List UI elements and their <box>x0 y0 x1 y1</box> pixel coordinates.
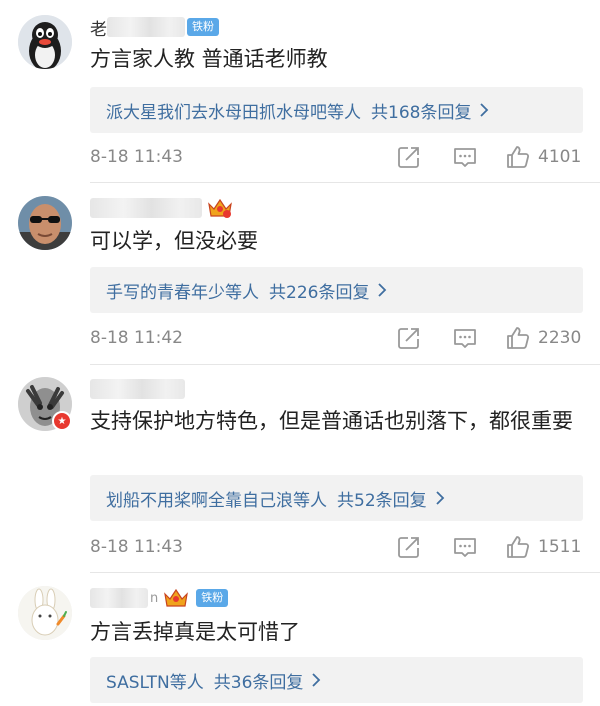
comment-icon <box>454 148 476 167</box>
replies-preview[interactable]: 派大星我们去水母田抓水母吧等人 共168条回复 <box>90 87 583 133</box>
comment-text: 方言家人教 普通话老师教 <box>90 47 328 71</box>
comment-meta: 8-18 11:43 4101 <box>90 143 583 173</box>
divider <box>90 572 600 573</box>
avatar[interactable] <box>18 15 72 69</box>
comment-icon <box>454 538 476 557</box>
username-blurred <box>90 198 202 218</box>
comment-text: 支持保护地方特色，但是普通话也别落下，都很重要 <box>90 409 573 433</box>
fan-badge: 铁粉 <box>196 589 229 607</box>
reply-users: SASLTN等人 <box>106 672 204 693</box>
replies-preview[interactable]: 手写的青春年少等人 共226条回复 <box>90 267 583 313</box>
reply-count: 共226条回复 <box>269 282 370 303</box>
username[interactable]: 老 <box>90 15 107 40</box>
reply-users: 手写的青春年少等人 <box>106 282 259 303</box>
comment-meta: 8-18 11:42 2230 <box>90 324 583 354</box>
like-button[interactable] <box>505 144 531 170</box>
username-blurred <box>90 588 148 608</box>
thumbs-up-icon <box>507 327 530 349</box>
comment-text: 方言丢掉真是太可惜了 <box>90 620 300 644</box>
comment-icon <box>454 329 476 348</box>
username-row[interactable] <box>90 196 234 220</box>
timestamp: 8-18 11:43 <box>90 537 183 557</box>
username-blurred <box>90 379 185 399</box>
comment-button[interactable] <box>452 534 478 560</box>
comment-button[interactable] <box>452 144 478 170</box>
replies-preview[interactable]: 划船不用桨啊全靠自己浪等人 共52条回复 <box>90 475 583 521</box>
username-row[interactable] <box>90 377 185 401</box>
reply-count: 共52条回复 <box>337 490 427 511</box>
like-button[interactable] <box>505 534 531 560</box>
share-button[interactable] <box>396 325 422 351</box>
share-button[interactable] <box>396 144 422 170</box>
like-count: 4101 <box>538 147 582 167</box>
username-blurred <box>107 17 185 37</box>
share-icon <box>398 537 419 558</box>
comment-text: 可以学，但没必要 <box>90 229 258 253</box>
share-button[interactable] <box>396 534 422 560</box>
username-row[interactable]: n 铁粉 <box>90 586 229 610</box>
share-icon <box>398 147 419 168</box>
replies-preview[interactable]: SASLTN等人 共36条回复 <box>90 657 583 703</box>
avatar[interactable] <box>18 586 72 640</box>
chevron-right-icon <box>378 283 387 297</box>
like-button[interactable] <box>505 325 531 351</box>
chevron-right-icon <box>480 103 489 117</box>
reply-users: 派大星我们去水母田抓水母吧等人 <box>106 102 361 123</box>
chevron-right-icon <box>436 491 444 505</box>
reply-count: 共36条回复 <box>213 672 304 693</box>
share-icon <box>398 328 419 349</box>
username-row[interactable]: 老 铁粉 <box>90 15 219 40</box>
thumbs-up-icon <box>507 536 530 558</box>
like-count: 1511 <box>538 537 582 557</box>
chevron-right-icon <box>312 673 321 687</box>
avatar[interactable] <box>18 196 72 250</box>
rabbit-avatar-icon <box>18 586 72 640</box>
thumbs-up-icon <box>507 146 530 168</box>
vip-crown-icon <box>206 196 234 220</box>
comment-meta: 8-18 11:43 1511 <box>90 533 583 563</box>
fan-badge: 铁粉 <box>187 18 219 36</box>
vip-crown-icon <box>162 586 190 610</box>
comment-button[interactable] <box>452 325 478 351</box>
username[interactable]: n <box>150 591 158 606</box>
timestamp: 8-18 11:43 <box>90 147 183 167</box>
reply-count: 共168条回复 <box>371 102 472 123</box>
reply-users: 划船不用桨啊全靠自己浪等人 <box>106 490 327 511</box>
sunglasses-man-avatar-icon <box>18 196 72 250</box>
penguin-avatar-icon <box>18 15 72 69</box>
like-count: 2230 <box>538 328 582 348</box>
divider <box>90 364 600 365</box>
timestamp: 8-18 11:42 <box>90 328 183 348</box>
verified-badge: ★ <box>52 411 72 431</box>
divider <box>90 182 600 183</box>
